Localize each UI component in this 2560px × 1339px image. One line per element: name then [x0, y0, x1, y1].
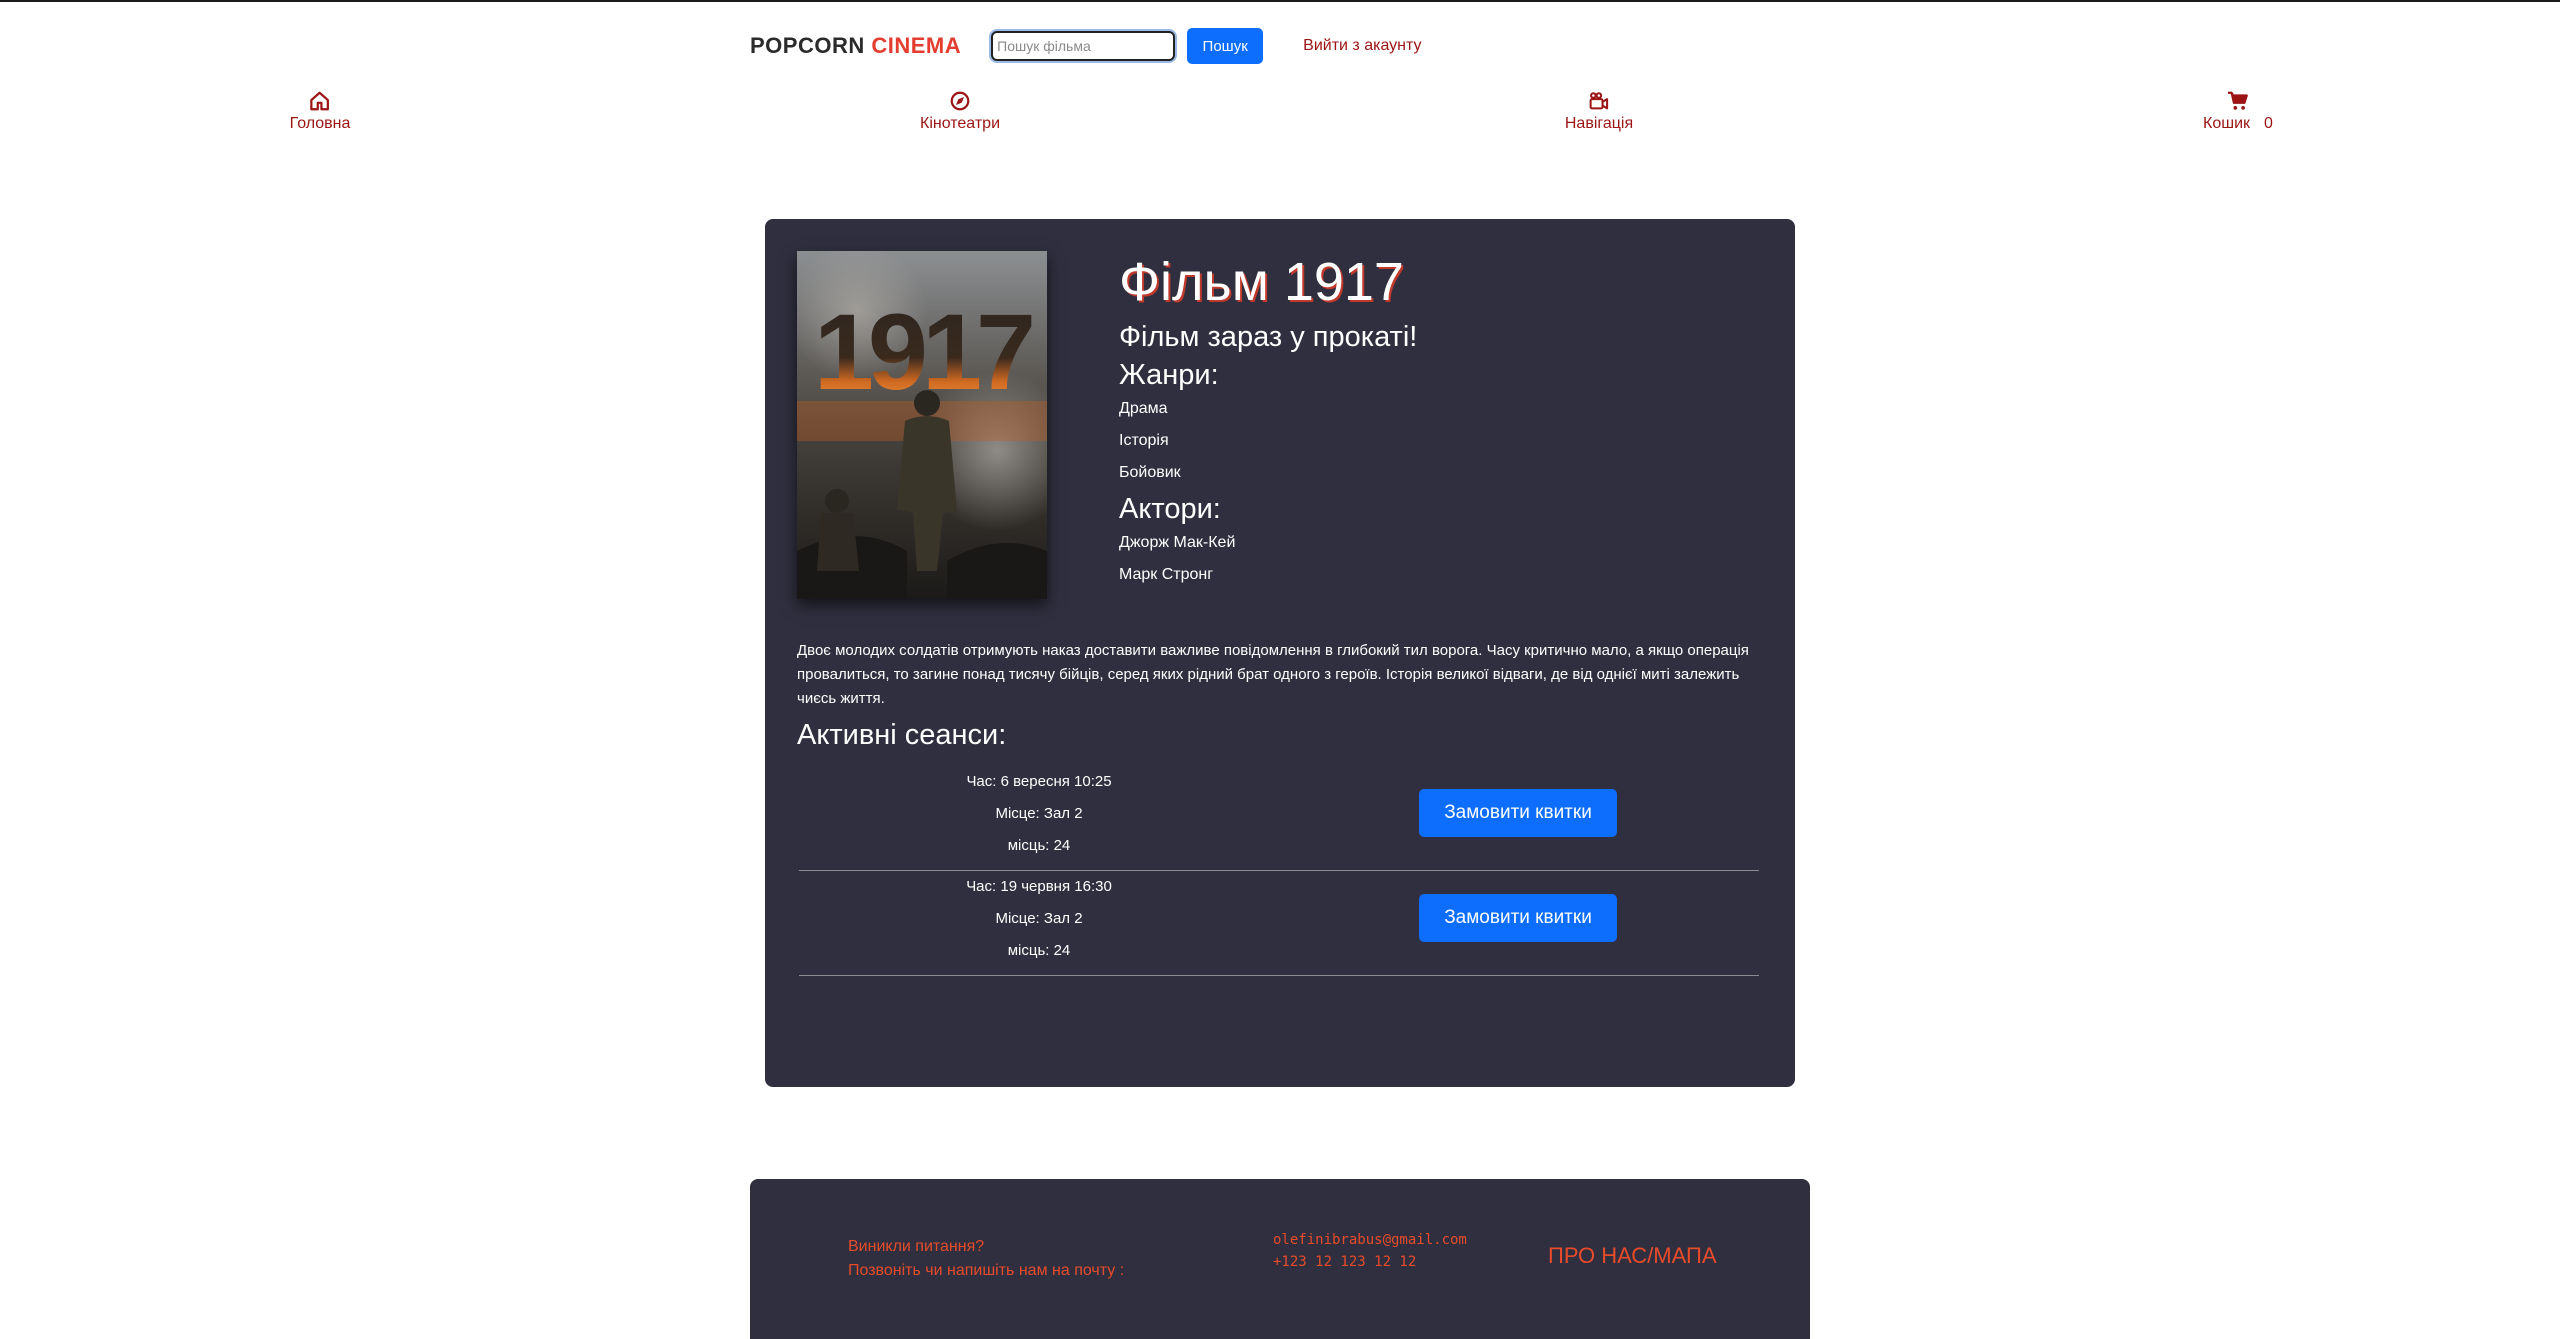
sessions-heading: Активні сеанси: [797, 719, 1007, 751]
cart-icon [2227, 91, 2248, 110]
movie-card: 1917 Фільм 1917 Фільм зараз у прокаті! Ж… [765, 219, 1795, 1087]
nav-cinemas[interactable]: Кінотеатри [920, 90, 1000, 133]
nav-cart-label: Кошик [2203, 115, 2251, 132]
brand-accent: CINEMA [871, 33, 962, 58]
poster-image: 1917 [797, 251, 1047, 599]
nav-cart[interactable]: Кошик 0 [2203, 90, 2273, 133]
session-info: Час: 6 вересня 10:25 Місце: Зал 2 місць:… [799, 766, 1279, 862]
brand-logo[interactable]: POPCORN CINEMA [750, 33, 961, 59]
movie-poster: 1917 [797, 251, 1047, 599]
book-tickets-button[interactable]: Замовити квитки [1419, 894, 1617, 942]
session-seats: місць: 24 [1007, 837, 1071, 854]
footer-about-link[interactable]: ПРО НАС/МАПА [1548, 1243, 1717, 1269]
movie-description: Двоє молодих солдатів отримують наказ до… [797, 642, 1749, 707]
movie-title: Фільм 1917 [1119, 252, 1404, 312]
genre-item: Історія [1119, 432, 1169, 449]
footer: Виникли питання? Позвоніть чи напишіть н… [750, 1179, 1810, 1339]
book-tickets-button[interactable]: Замовити квитки [1419, 789, 1617, 837]
session-row: Час: 6 вересня 10:25 Місце: Зал 2 місць:… [799, 766, 1759, 871]
nav-cinemas-label: Кінотеатри [919, 115, 1001, 132]
home-icon [310, 91, 330, 111]
logout-link[interactable]: Вийти з акаунту [1303, 37, 1421, 55]
actors-heading: Актори: [1119, 493, 1221, 525]
footer-email[interactable]: olefinibrabus@gmail.com [1273, 1229, 1467, 1251]
main-nav: Головна Кінотеатри Навігація Кошик 0 [0, 90, 2560, 140]
movie-info: Фільм 1917 Фільм зараз у прокаті! Жанри:… [1119, 251, 1417, 591]
footer-phone[interactable]: +123 12 123 12 12 [1273, 1251, 1467, 1273]
compass-icon [950, 91, 970, 111]
session-seats: місць: 24 [1007, 942, 1071, 959]
footer-question-line2: Позвоніть чи напишіть нам на почту : [848, 1262, 1125, 1279]
actor-item: Марк Стронг [1119, 566, 1214, 583]
footer-contacts: olefinibrabus@gmail.com +123 12 123 12 1… [1273, 1229, 1467, 1273]
session-place: Місце: Зал 2 [995, 805, 1083, 822]
actor-item: Джорж Мак-Кей [1119, 534, 1236, 551]
session-place: Місце: Зал 2 [995, 910, 1083, 927]
footer-question: Виникли питання? Позвоніть чи напишіть н… [848, 1235, 1124, 1283]
nav-home-label: Головна [289, 115, 351, 132]
nav-navigation[interactable]: Навігація [1565, 90, 1633, 133]
movie-status: Фільм зараз у прокаті! [1119, 321, 1418, 353]
session-time: Час: 19 червня 16:30 [966, 878, 1112, 895]
search-input[interactable] [991, 31, 1176, 61]
cart-count: 0 [2264, 115, 2273, 132]
nav-home[interactable]: Головна [289, 90, 351, 133]
genre-item: Драма [1119, 400, 1168, 417]
video-camera-icon [1589, 92, 1609, 110]
nav-navigation-label: Навігація [1564, 115, 1634, 132]
brand-main: POPCORN [750, 33, 865, 58]
top-bar: POPCORN CINEMA Пошук Вийти з акаунту [750, 28, 1422, 64]
footer-question-line1: Виникли питання? [848, 1238, 985, 1255]
search-button[interactable]: Пошук [1187, 28, 1264, 64]
genres-heading: Жанри: [1119, 359, 1219, 391]
genre-item: Бойовик [1119, 464, 1181, 481]
session-time: Час: 6 вересня 10:25 [966, 773, 1112, 790]
session-row: Час: 19 червня 16:30 Місце: Зал 2 місць:… [799, 871, 1759, 976]
session-info: Час: 19 червня 16:30 Місце: Зал 2 місць:… [799, 871, 1279, 967]
